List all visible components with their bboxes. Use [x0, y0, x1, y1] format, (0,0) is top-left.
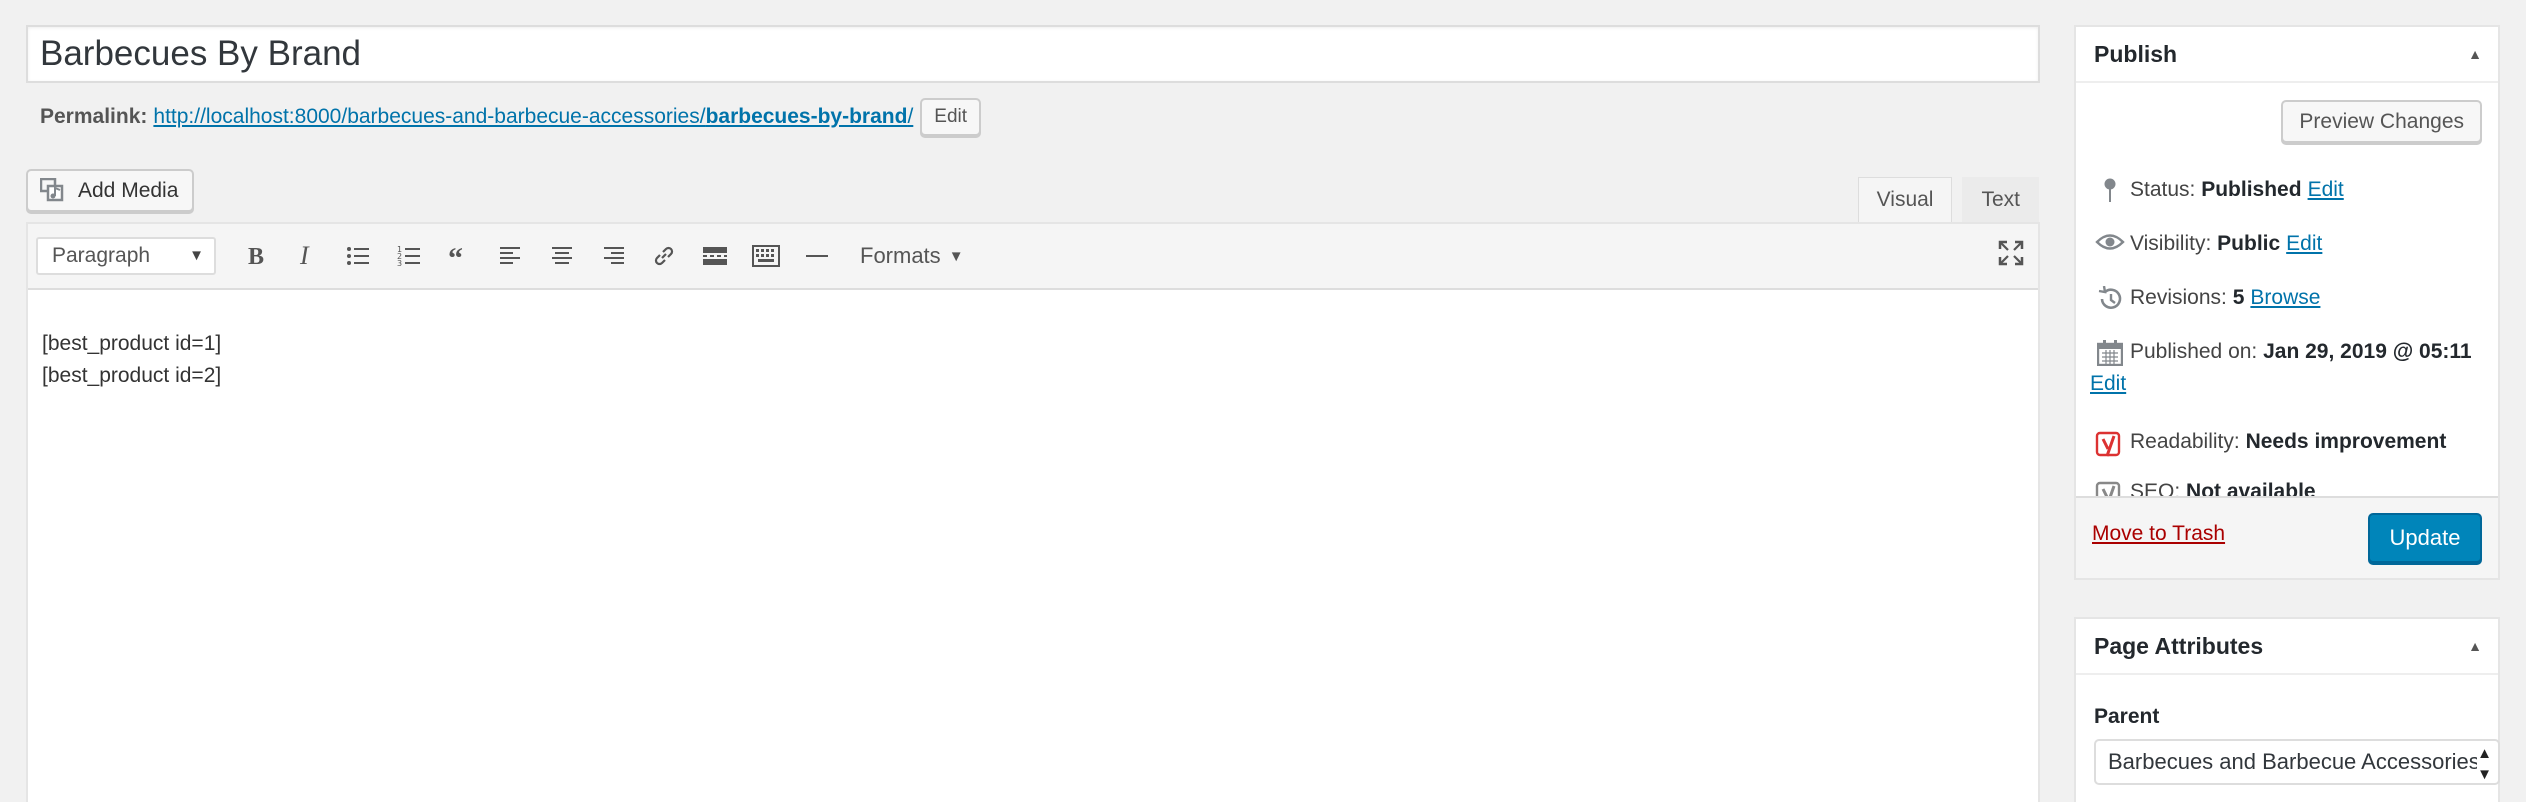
- link-icon: [654, 246, 673, 266]
- formats-menu[interactable]: Formats ▼: [860, 243, 964, 269]
- eye-icon: [2090, 229, 2130, 252]
- svg-text:I: I: [299, 245, 310, 267]
- bold-button[interactable]: B: [230, 236, 281, 276]
- revisions-history-icon: [2090, 283, 2130, 312]
- publish-box: Publish ▲ Preview Changes Status: Publis…: [2074, 25, 2500, 580]
- insert-link-button[interactable]: [638, 236, 689, 276]
- major-publishing-actions: Move to Trash Update: [2076, 496, 2498, 578]
- calendar-icon: [2090, 337, 2130, 366]
- publish-box-header[interactable]: Publish ▲: [2076, 27, 2498, 83]
- formats-label: Formats: [860, 243, 941, 268]
- parent-page-select[interactable]: Barbecues and Barbecue Accessories ▲ ▼: [2094, 739, 2500, 785]
- permalink-slug: barbecues-by-brand: [705, 105, 908, 128]
- page-attributes-box: Page Attributes ▲ Parent Barbecues and B…: [2074, 617, 2500, 802]
- move-to-trash-link[interactable]: Move to Trash: [2092, 522, 2225, 546]
- numbered-list-button[interactable]: 1 2 3: [383, 236, 434, 276]
- visibility-value: Public: [2217, 232, 2281, 255]
- add-media-label: Add Media: [78, 178, 179, 202]
- block-format-value: Paragraph: [52, 244, 151, 267]
- permalink-label: Permalink:: [40, 105, 148, 128]
- svg-text:3: 3: [397, 259, 402, 267]
- svg-text:B: B: [248, 245, 264, 267]
- tab-visual[interactable]: Visual: [1857, 177, 1953, 222]
- visibility-label: Visibility:: [2130, 232, 2212, 255]
- bold-icon: B: [248, 245, 264, 267]
- svg-text:“: “: [448, 246, 463, 266]
- permalink-edit-button[interactable]: Edit: [920, 98, 982, 136]
- fullscreen-icon: [1998, 240, 2024, 266]
- readability-label: Readability:: [2130, 430, 2240, 453]
- editor-content-area[interactable]: [best_product id=1] [best_product id=2]: [28, 290, 2038, 430]
- published-on-row: Published on: Jan 29, 2019 @ 05:11 Edit: [2090, 337, 2488, 395]
- collapse-toggle-icon[interactable]: ▲: [2468, 46, 2482, 62]
- content-line: [best_product id=2]: [42, 364, 222, 387]
- status-edit-link[interactable]: Edit: [2308, 178, 2344, 201]
- horizontal-line-icon: [805, 255, 828, 257]
- status-value: Published: [2201, 178, 2302, 201]
- publish-box-title: Publish: [2094, 40, 2178, 67]
- bulleted-list-button[interactable]: [332, 236, 383, 276]
- align-left-icon: [499, 247, 520, 264]
- editor-tabs: Visual Text: [1848, 177, 2039, 222]
- content-line: [best_product id=1]: [42, 332, 222, 355]
- parent-label: Parent: [2094, 705, 2160, 728]
- permalink-base: http://localhost:8000/barbecues-and-barb…: [153, 105, 706, 128]
- add-media-button[interactable]: Add Media: [26, 169, 195, 212]
- published-on-edit-link[interactable]: Edit: [2090, 369, 2126, 399]
- visibility-row: Visibility: Public Edit: [2090, 229, 2488, 259]
- published-on-date: Jan 29, 2019 @ 05:11: [2263, 340, 2472, 363]
- permalink-row: Permalink: http://localhost:8000/barbecu…: [40, 97, 982, 137]
- update-button[interactable]: Update: [2368, 513, 2482, 563]
- revisions-row: Revisions: 5 Browse: [2090, 283, 2488, 313]
- tab-text[interactable]: Text: [1962, 177, 2039, 222]
- chevron-down-icon: ▼: [189, 247, 204, 264]
- revisions-browse-link[interactable]: Browse: [2250, 286, 2320, 309]
- italic-button[interactable]: I: [281, 236, 332, 276]
- toolbar-toggle-button[interactable]: [740, 236, 791, 276]
- blockquote-button[interactable]: “: [434, 236, 485, 276]
- readability-row: Readability: Needs improvement: [2090, 427, 2488, 458]
- horizontal-line-button[interactable]: [791, 236, 842, 276]
- align-center-button[interactable]: [536, 236, 587, 276]
- collapse-toggle-icon[interactable]: ▲: [2468, 638, 2482, 654]
- pin-icon: [2090, 175, 2130, 204]
- status-row: Status: Published Edit: [2090, 175, 2488, 205]
- select-arrows-icon: ▲ ▼: [2477, 741, 2492, 783]
- media-icon: [40, 177, 64, 201]
- read-more-button[interactable]: [689, 236, 740, 276]
- chevron-down-icon: ▼: [948, 247, 964, 265]
- read-more-icon: [702, 247, 727, 265]
- visibility-edit-link[interactable]: Edit: [2286, 232, 2322, 255]
- block-format-select[interactable]: Paragraph ▼: [36, 237, 216, 275]
- content-editor: Paragraph ▼ B I 1 2 3 “ Formats ▼ [best_…: [26, 222, 2040, 802]
- readability-value: Needs improvement: [2245, 430, 2447, 453]
- fullscreen-button[interactable]: [1998, 240, 2024, 271]
- page-attributes-header[interactable]: Page Attributes ▲: [2076, 619, 2498, 675]
- page-attributes-title: Page Attributes: [2094, 632, 2264, 659]
- revisions-count: 5: [2232, 286, 2245, 309]
- toolbar-toggle-icon: [751, 245, 780, 267]
- permalink-link[interactable]: http://localhost:8000/barbecues-and-barb…: [153, 105, 913, 129]
- published-on-label: Published on:: [2130, 340, 2258, 363]
- align-right-button[interactable]: [587, 236, 638, 276]
- permalink-trailing: /: [907, 105, 914, 128]
- italic-icon: I: [299, 245, 310, 267]
- bulleted-list-icon: [346, 247, 369, 265]
- blockquote-icon: “: [448, 246, 463, 266]
- preview-changes-button[interactable]: Preview Changes: [2281, 100, 2482, 143]
- status-label: Status:: [2130, 178, 2196, 201]
- align-left-button[interactable]: [485, 236, 536, 276]
- revisions-label: Revisions:: [2130, 286, 2227, 309]
- parent-page-value: Barbecues and Barbecue Accessories: [2108, 749, 2480, 774]
- align-center-icon: [551, 247, 572, 264]
- numbered-list-icon: 1 2 3: [397, 245, 420, 267]
- post-title-input[interactable]: Barbecues By Brand: [26, 25, 2040, 83]
- yoast-readability-icon: [2090, 427, 2130, 458]
- align-right-icon: [603, 247, 624, 264]
- editor-toolbar: Paragraph ▼ B I 1 2 3 “ Formats ▼: [28, 224, 2038, 290]
